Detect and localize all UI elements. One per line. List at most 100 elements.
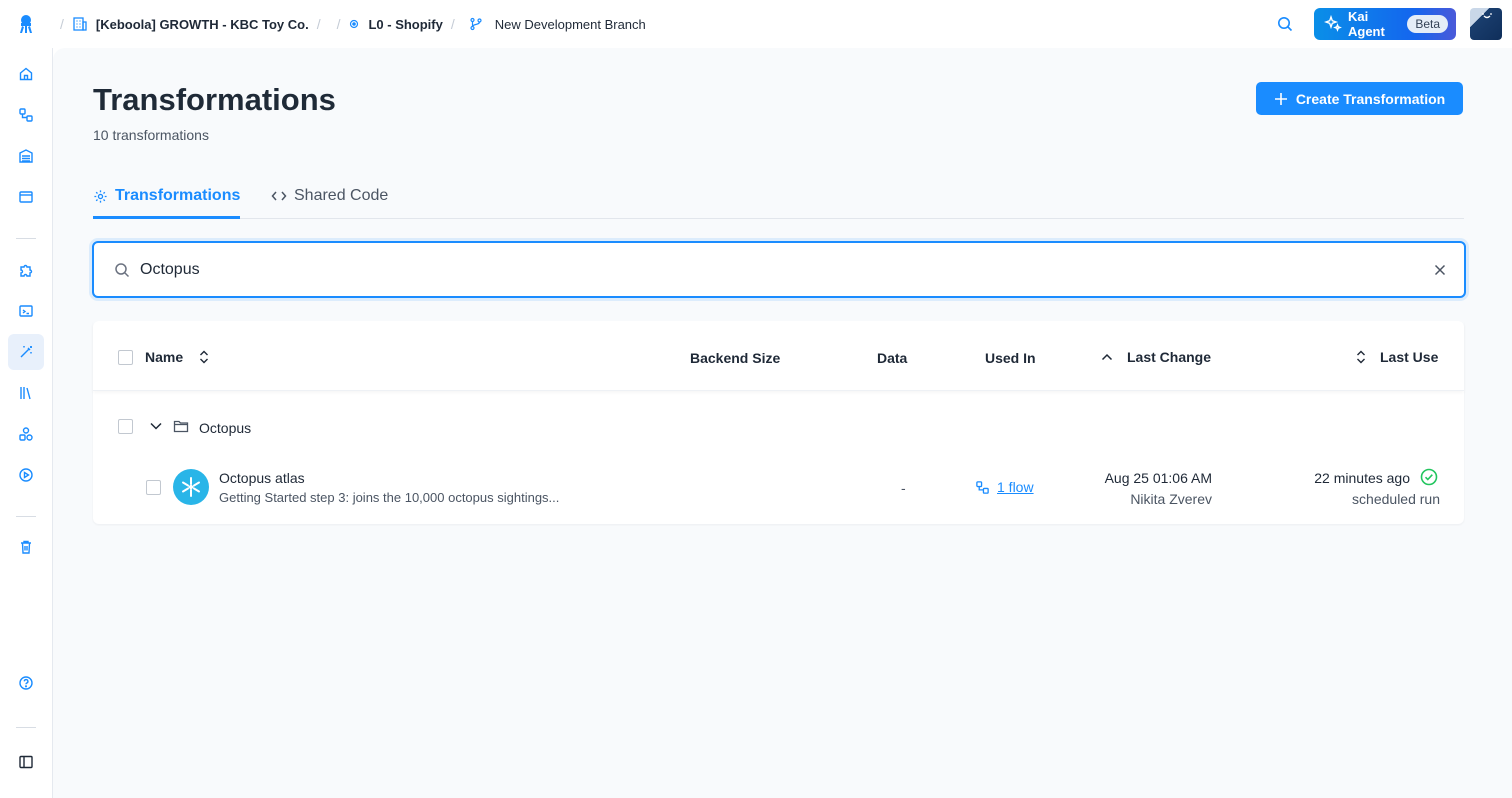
sidebar-item-terminal[interactable] [8, 293, 44, 329]
avatar[interactable] [1470, 8, 1502, 40]
window-icon [19, 191, 33, 203]
git-branch-icon [469, 17, 483, 31]
search-icon [114, 262, 130, 278]
project-icon [348, 18, 360, 30]
breadcrumb-separator: / [336, 16, 341, 32]
column-used-in-label: Used In [985, 350, 1036, 366]
last-use-time: 22 minutes ago [1314, 470, 1410, 486]
sidebar-item-components[interactable] [8, 252, 44, 288]
breadcrumb-organization[interactable]: [Keboola] GROWTH - KBC Toy Co. [72, 16, 309, 32]
last-use-type: scheduled run [1352, 491, 1440, 507]
sidebar-divider [16, 727, 36, 728]
sidebar [0, 48, 53, 798]
last-change-date: Aug 25 01:06 AM [1104, 470, 1212, 486]
column-last-use-label: Last Use [1380, 349, 1439, 365]
breadcrumb-separator: / [60, 16, 64, 32]
sort-icon [1356, 349, 1366, 365]
storage-icon [19, 149, 33, 163]
library-icon [20, 387, 31, 400]
breadcrumb-project[interactable]: L0 - Shopify [348, 16, 443, 32]
tab-bar: Transformations Shared Code [93, 166, 1464, 219]
search-input[interactable] [140, 260, 1400, 279]
search-icon [1278, 17, 1293, 32]
table-header: Name Backend Size Data Used In Last Chan… [93, 321, 1464, 391]
snowflake-icon [173, 469, 209, 505]
search-field [92, 241, 1466, 298]
plus-icon [1274, 92, 1288, 106]
sidebar-item-storage[interactable] [8, 138, 44, 174]
transformation-description: Getting Started step 3: joins the 10,000… [219, 490, 560, 505]
used-in-flow-link[interactable]: 1 flow [997, 479, 1034, 495]
column-used-in: Used In [985, 350, 1036, 366]
play-circle-icon [19, 468, 33, 482]
sidebar-item-data-apps[interactable] [8, 416, 44, 452]
transformations-count: 10 transformations [93, 127, 209, 143]
folder-icon [173, 419, 189, 433]
code-icon [271, 189, 287, 203]
last-change-user: Nikita Zverev [1130, 491, 1212, 507]
sidebar-item-help[interactable] [8, 665, 44, 701]
breadcrumb-project-label: L0 - Shopify [368, 16, 443, 32]
sidebar-item-jobs[interactable] [8, 457, 44, 493]
gear-icon [93, 189, 108, 204]
breadcrumb-organization-label: [Keboola] GROWTH - KBC Toy Co. [95, 16, 309, 32]
puzzle-icon [20, 264, 33, 277]
tab-shared-code[interactable]: Shared Code [271, 174, 388, 218]
column-data: Data [877, 350, 907, 366]
sidebar-divider [16, 238, 36, 239]
column-last-change[interactable]: Last Change [1101, 349, 1211, 365]
kai-agent-label: Kai Agent [1348, 9, 1385, 39]
sort-icon [199, 349, 209, 365]
beta-badge: Beta [1407, 15, 1448, 33]
sidebar-item-trash[interactable] [8, 529, 44, 565]
tab-transformations-label: Transformations [115, 187, 241, 204]
breadcrumb-branch[interactable]: New Development Branch [469, 17, 646, 32]
folder-name[interactable]: Octopus [199, 420, 251, 436]
sparkles-icon [1324, 15, 1342, 33]
column-last-use[interactable]: Last Use [1356, 349, 1438, 365]
flow-icon [19, 108, 33, 122]
row-checkbox[interactable] [146, 480, 161, 495]
select-all-checkbox[interactable] [118, 350, 133, 365]
sidebar-collapse-icon [19, 755, 33, 769]
transformation-name[interactable]: Octopus atlas [219, 470, 305, 486]
flow-icon [975, 480, 990, 495]
tab-shared-code-label: Shared Code [294, 187, 389, 204]
column-name-label: Name [145, 349, 184, 365]
breadcrumb-separator: / [316, 16, 321, 32]
folder-checkbox[interactable] [118, 419, 133, 434]
column-data-label: Data [877, 350, 908, 366]
breadcrumb: / [Keboola] GROWTH - KBC Toy Co. / / L0 … [52, 0, 646, 48]
transformations-table: Name Backend Size Data Used In Last Chan… [93, 321, 1464, 524]
sidebar-divider [16, 516, 36, 517]
terminal-icon [19, 305, 33, 317]
column-name[interactable]: Name [145, 349, 209, 365]
keboola-logo-icon[interactable] [0, 0, 52, 48]
page-title: Transformations [93, 82, 336, 117]
breadcrumb-separator: / [450, 16, 455, 32]
sidebar-item-home[interactable] [8, 56, 44, 92]
success-check-icon [1420, 468, 1438, 486]
sort-ascending-icon [1101, 352, 1113, 362]
tab-transformations[interactable]: Transformations [93, 174, 241, 219]
column-backend-size: Backend Size [690, 350, 780, 366]
magic-wand-icon [20, 346, 32, 358]
sidebar-item-templates[interactable] [8, 375, 44, 411]
create-transformation-button[interactable]: Create Transformation [1256, 82, 1463, 115]
top-bar: / [Keboola] GROWTH - KBC Toy Co. / / L0 … [0, 0, 1512, 48]
main-content: Transformations 10 transformations Creat… [53, 48, 1512, 798]
kai-agent-button[interactable]: Kai Agent Beta [1314, 8, 1456, 40]
breadcrumb-branch-label: New Development Branch [494, 16, 646, 32]
clear-search-icon[interactable] [1434, 264, 1446, 276]
sidebar-item-workspaces[interactable] [8, 179, 44, 215]
sidebar-toggle[interactable] [8, 744, 44, 780]
trash-icon [21, 540, 31, 554]
column-last-change-label: Last Change [1127, 349, 1212, 365]
sidebar-item-flows[interactable] [8, 97, 44, 133]
chevron-down-icon[interactable] [149, 421, 163, 431]
sidebar-item-transformations[interactable] [8, 334, 44, 370]
global-search-button[interactable] [1270, 9, 1300, 39]
home-icon [19, 67, 33, 81]
shapes-icon [19, 427, 33, 441]
create-transformation-label: Create Transformation [1295, 90, 1446, 107]
